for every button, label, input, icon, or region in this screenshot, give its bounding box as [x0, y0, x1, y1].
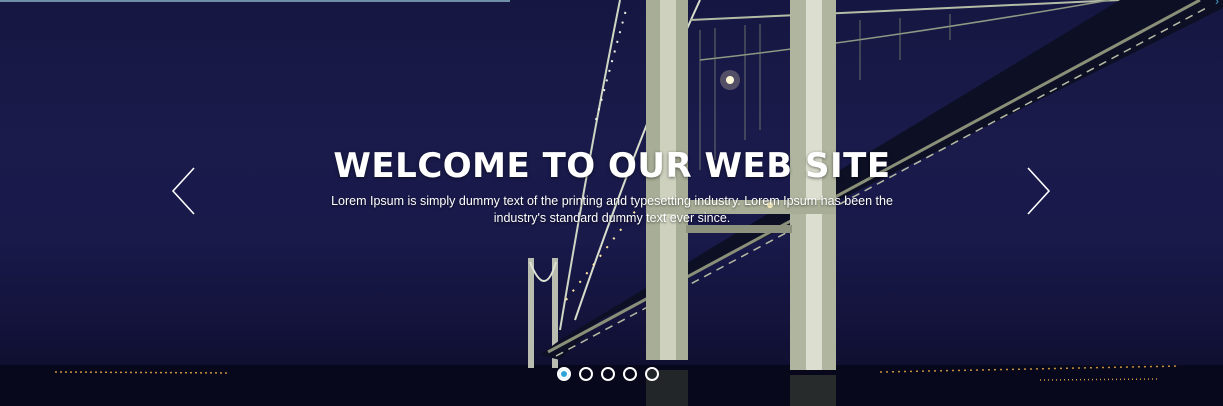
slide-dot-3[interactable]: [601, 367, 615, 381]
prev-slide-button[interactable]: [170, 166, 198, 216]
slide-description: Lorem Ipsum is simply dummy text of the …: [331, 194, 893, 225]
slide-dot-4[interactable]: [623, 367, 637, 381]
slide-title: WELCOME TO OUR WEB SITE: [333, 146, 891, 186]
slide-dot-2[interactable]: [579, 367, 593, 381]
corner-chevron-icon: ›: [1215, 0, 1219, 8]
chevron-left-icon: [171, 167, 195, 215]
slide-dot-1[interactable]: [557, 367, 571, 381]
slide-dot-5[interactable]: [645, 367, 659, 381]
hero-slider: › WELCOME TO OUR WEB SITE Lorem Ipsum is…: [0, 0, 1223, 406]
chevron-right-icon: [1027, 167, 1051, 215]
top-accent-line: [0, 0, 510, 2]
slide-pagination: [557, 367, 659, 381]
slide-caption: WELCOME TO OUR WEB SITE Lorem Ipsum is s…: [300, 145, 924, 227]
next-slide-button[interactable]: [1024, 166, 1052, 216]
